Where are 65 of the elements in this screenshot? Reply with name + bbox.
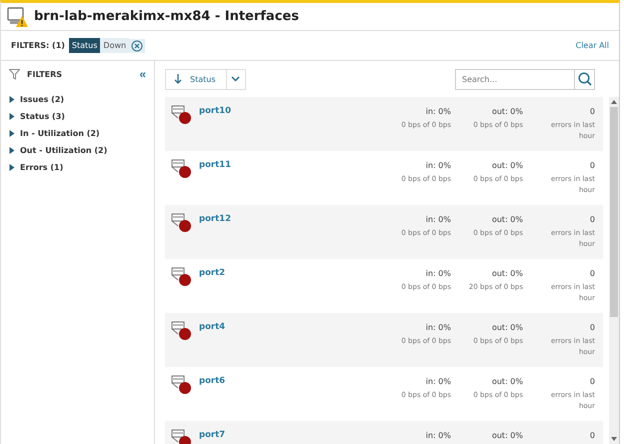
out-utilization: out: 0% — [492, 161, 523, 170]
out-utilization: out: 0% — [492, 431, 523, 440]
port-status-icon — [171, 159, 193, 179]
search-icon[interactable] — [578, 72, 592, 86]
port-status-icon — [171, 105, 193, 125]
filter-icon — [9, 68, 20, 80]
port-status-icon — [171, 429, 193, 444]
error-count: 0 — [590, 215, 595, 224]
interface-link[interactable]: port10 — [199, 106, 232, 116]
scroll-up-icon[interactable] — [611, 100, 617, 104]
scroll-thumb[interactable] — [610, 107, 618, 317]
interface-link[interactable]: port6 — [199, 376, 226, 386]
error-count: 0 — [590, 377, 595, 386]
in-utilization: in: 0% — [426, 107, 451, 116]
port-status-icon — [171, 213, 193, 233]
port-status-icon — [171, 321, 193, 341]
caret-right-icon[interactable] — [9, 130, 15, 137]
clear-all-link[interactable]: Clear All — [576, 41, 609, 50]
close-icon[interactable] — [129, 38, 146, 52]
caret-right-icon[interactable] — [9, 96, 15, 103]
filter-group-label[interactable]: Status (3) — [20, 112, 65, 121]
filter-chip-key: Status — [68, 38, 100, 53]
filter-group-label[interactable]: Out - Utilization (2) — [20, 146, 108, 155]
interface-link[interactable]: port7 — [199, 430, 226, 440]
interface-link[interactable]: port4 — [199, 322, 226, 332]
interface-row[interactable]: port7 in: 0% out: 0% 0 — [165, 421, 603, 444]
scroll-down-icon[interactable] — [611, 437, 617, 441]
in-utilization: in: 0% — [426, 323, 451, 332]
search-button[interactable] — [575, 68, 595, 90]
filter-group-label[interactable]: Errors (1) — [20, 163, 64, 172]
caret-right-icon[interactable] — [9, 164, 15, 171]
filters-count: FILTERS: (1) — [11, 41, 65, 50]
search-field[interactable]: Search... — [455, 68, 575, 90]
error-count: 0 — [590, 323, 595, 332]
out-utilization: out: 0% — [492, 269, 523, 278]
in-utilization: in: 0% — [426, 377, 451, 386]
port-status-icon — [171, 375, 193, 395]
interface-link[interactable]: port11 — [199, 160, 232, 170]
out-utilization: out: 0% — [492, 215, 523, 224]
error-count: 0 — [590, 107, 595, 116]
error-count: 0 — [590, 431, 595, 440]
port-status-icon — [171, 267, 193, 287]
in-utilization: in: 0% — [426, 215, 451, 224]
scrollbar[interactable] — [609, 97, 619, 444]
in-utilization: in: 0% — [426, 269, 451, 278]
arrow-down-icon — [174, 74, 182, 84]
in-utilization: in: 0% — [426, 431, 451, 440]
filter-chip-value: Down — [100, 38, 130, 53]
interface-link[interactable]: port12 — [199, 214, 232, 224]
sidebar-title: FILTERS — [27, 70, 62, 78]
error-count: 0 — [590, 161, 595, 170]
filter-group-label[interactable]: In - Utilization (2) — [20, 129, 100, 138]
filter-group-label[interactable]: Issues (2) — [20, 95, 64, 104]
in-utilization: in: 0% — [426, 161, 451, 170]
collapse-button[interactable]: « — [139, 67, 146, 81]
device-warning-icon — [7, 6, 29, 28]
out-utilization: out: 0% — [492, 377, 523, 386]
interface-link[interactable]: port2 — [199, 268, 226, 278]
out-utilization: out: 0% — [492, 107, 523, 116]
caret-right-icon[interactable] — [9, 113, 15, 120]
window-title: brn-lab-merakimx-mx84 - Interfaces — [34, 9, 299, 24]
out-utilization: out: 0% — [492, 323, 523, 332]
error-count: 0 — [590, 269, 595, 278]
caret-right-icon[interactable] — [9, 147, 15, 154]
chevron-down-icon — [231, 76, 240, 82]
